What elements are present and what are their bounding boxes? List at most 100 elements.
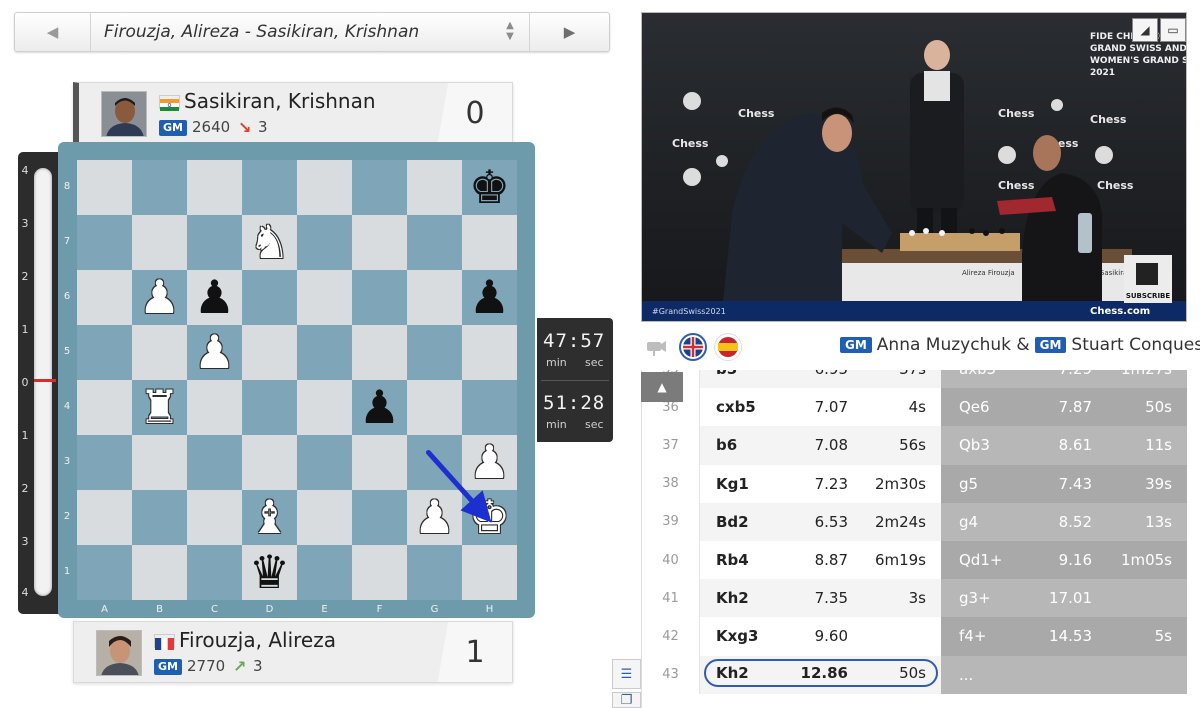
square-f3[interactable] bbox=[352, 435, 407, 490]
white-rook-icon[interactable]: ♜ bbox=[132, 380, 187, 435]
camera-icon[interactable] bbox=[642, 333, 670, 361]
white-move[interactable]: Kxg3 9.60 bbox=[700, 617, 941, 656]
square-g7[interactable] bbox=[407, 215, 462, 270]
black-move[interactable]: ... bbox=[941, 655, 1187, 694]
square-f4[interactable]: ♟ bbox=[352, 380, 407, 435]
square-b6[interactable]: ♟ bbox=[132, 270, 187, 325]
square-e3[interactable] bbox=[297, 435, 352, 490]
square-a1[interactable] bbox=[77, 545, 132, 600]
square-c3[interactable] bbox=[187, 435, 242, 490]
black-pawn-icon[interactable]: ♟ bbox=[462, 270, 517, 325]
player-name[interactable]: Firouzja, Alireza bbox=[179, 628, 336, 652]
square-c6[interactable]: ♟ bbox=[187, 270, 242, 325]
square-a8[interactable] bbox=[77, 160, 132, 215]
square-d2[interactable]: ♝ bbox=[242, 490, 297, 545]
square-a3[interactable] bbox=[77, 435, 132, 490]
black-move[interactable]: g4 8.52 13s bbox=[941, 502, 1187, 541]
spain-flag-icon[interactable] bbox=[714, 333, 742, 361]
black-pawn-icon[interactable]: ♟ bbox=[187, 270, 242, 325]
square-h2[interactable]: ♚ bbox=[462, 490, 517, 545]
white-move[interactable]: Bd2 6.53 2m24s bbox=[700, 502, 941, 541]
square-g5[interactable] bbox=[407, 325, 462, 380]
live-video[interactable]: ChessChess ChessChess ChessChess ChessCh… bbox=[641, 12, 1187, 322]
square-b8[interactable] bbox=[132, 160, 187, 215]
square-d7[interactable]: ♞ bbox=[242, 215, 297, 270]
triangle-up-icon[interactable]: ▲ bbox=[641, 372, 683, 402]
white-move[interactable]: cxb5 7.07 4s bbox=[700, 388, 941, 427]
game-select[interactable]: Firouzja, Alireza - Sasikiran, Krishnan … bbox=[91, 13, 529, 51]
square-a4[interactable] bbox=[77, 380, 132, 435]
previous-game-button[interactable]: ◀ bbox=[15, 13, 91, 51]
square-f5[interactable] bbox=[352, 325, 407, 380]
square-c8[interactable] bbox=[187, 160, 242, 215]
square-b7[interactable] bbox=[132, 215, 187, 270]
square-e1[interactable] bbox=[297, 545, 352, 600]
square-a2[interactable] bbox=[77, 490, 132, 545]
notation-list-icon[interactable]: ☰ bbox=[612, 659, 641, 689]
square-g4[interactable] bbox=[407, 380, 462, 435]
square-f6[interactable] bbox=[352, 270, 407, 325]
square-d5[interactable] bbox=[242, 325, 297, 380]
theater-mode-icon[interactable]: ▭ bbox=[1160, 18, 1186, 42]
square-e5[interactable] bbox=[297, 325, 352, 380]
black-move[interactable]: g5 7.43 39s bbox=[941, 464, 1187, 503]
square-e8[interactable] bbox=[297, 160, 352, 215]
square-a7[interactable] bbox=[77, 215, 132, 270]
white-pawn-icon[interactable]: ♟ bbox=[187, 325, 242, 380]
uk-flag-icon[interactable] bbox=[679, 333, 707, 361]
player-name[interactable]: Sasikiran, Krishnan bbox=[184, 89, 376, 113]
white-move[interactable]: b6 7.08 56s bbox=[700, 426, 941, 465]
white-pawn-icon[interactable]: ♟ bbox=[132, 270, 187, 325]
square-b4[interactable]: ♜ bbox=[132, 380, 187, 435]
square-d1[interactable]: ♛ bbox=[242, 545, 297, 600]
square-g6[interactable] bbox=[407, 270, 462, 325]
square-c7[interactable] bbox=[187, 215, 242, 270]
square-c1[interactable] bbox=[187, 545, 242, 600]
chess-board[interactable]: ♚ ♞ ♟ ♟ ♟ ♟ ♜ ♟ ♟ ♝ ♟ ♚ ♛ bbox=[77, 160, 517, 600]
square-e2[interactable] bbox=[297, 490, 352, 545]
copy-icon[interactable]: ❐ bbox=[612, 692, 641, 708]
white-move[interactable]: Rb4 8.87 6m19s bbox=[700, 541, 941, 580]
square-f7[interactable] bbox=[352, 215, 407, 270]
square-h5[interactable] bbox=[462, 325, 517, 380]
square-b5[interactable] bbox=[132, 325, 187, 380]
square-h1[interactable] bbox=[462, 545, 517, 600]
next-game-button[interactable]: ▶ bbox=[529, 13, 609, 51]
square-h3[interactable]: ♟ bbox=[462, 435, 517, 490]
square-e6[interactable] bbox=[297, 270, 352, 325]
square-d6[interactable] bbox=[242, 270, 297, 325]
white-move[interactable]: Kg1 7.23 2m30s bbox=[700, 464, 941, 503]
white-move[interactable]: Kh2 7.35 3s bbox=[700, 579, 941, 618]
square-c4[interactable] bbox=[187, 380, 242, 435]
black-move[interactable]: axb5 7.29 1m27s bbox=[941, 370, 1187, 389]
square-f2[interactable] bbox=[352, 490, 407, 545]
square-g3[interactable] bbox=[407, 435, 462, 490]
square-h8[interactable]: ♚ bbox=[462, 160, 517, 215]
square-c5[interactable]: ♟ bbox=[187, 325, 242, 380]
square-e7[interactable] bbox=[297, 215, 352, 270]
square-c2[interactable] bbox=[187, 490, 242, 545]
square-g2[interactable]: ♟ bbox=[407, 490, 462, 545]
square-h7[interactable] bbox=[462, 215, 517, 270]
black-move[interactable]: Qb3 8.61 11s bbox=[941, 426, 1187, 465]
square-a6[interactable] bbox=[77, 270, 132, 325]
white-pawn-icon[interactable]: ♟ bbox=[407, 490, 462, 545]
square-h4[interactable] bbox=[462, 380, 517, 435]
square-b3[interactable] bbox=[132, 435, 187, 490]
square-e4[interactable] bbox=[297, 380, 352, 435]
square-b1[interactable] bbox=[132, 545, 187, 600]
square-d8[interactable] bbox=[242, 160, 297, 215]
square-g8[interactable] bbox=[407, 160, 462, 215]
square-d3[interactable] bbox=[242, 435, 297, 490]
white-king-icon[interactable]: ♚ bbox=[462, 490, 517, 545]
square-g1[interactable] bbox=[407, 545, 462, 600]
square-f8[interactable] bbox=[352, 160, 407, 215]
white-move[interactable]: Kh2 12.86 50s bbox=[700, 655, 941, 694]
black-move[interactable]: Qd1+ 9.16 1m05s bbox=[941, 541, 1187, 580]
white-move[interactable]: b5 6.95 37s bbox=[700, 370, 941, 389]
square-h6[interactable]: ♟ bbox=[462, 270, 517, 325]
black-queen-icon[interactable]: ♛ bbox=[242, 545, 297, 600]
white-bishop-icon[interactable]: ♝ bbox=[242, 490, 297, 545]
black-move[interactable]: Qe6 7.87 50s bbox=[941, 388, 1187, 427]
black-pawn-icon[interactable]: ♟ bbox=[352, 380, 407, 435]
